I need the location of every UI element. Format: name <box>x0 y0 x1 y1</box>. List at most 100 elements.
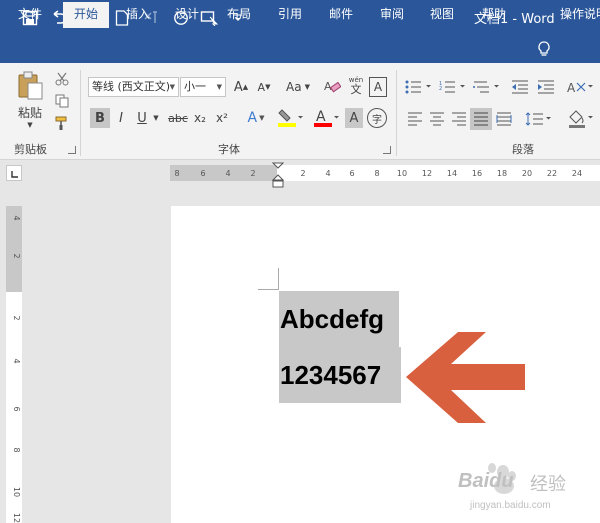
svg-text:A: A <box>324 80 332 93</box>
superscript-button[interactable]: x² <box>213 108 231 128</box>
line-spacing-icon[interactable] <box>524 110 554 128</box>
tab-file[interactable]: 文件 <box>10 0 50 28</box>
multilevel-list-icon[interactable] <box>472 78 502 96</box>
group-separator <box>396 70 397 156</box>
margin-corner-mark <box>258 268 279 290</box>
justify-icon[interactable] <box>470 108 492 130</box>
increase-indent-icon[interactable] <box>536 78 556 96</box>
ruler-tick-label: 10 <box>397 169 407 178</box>
ruler-tick-label: 16 <box>472 169 482 178</box>
phonetic-guide-button[interactable]: wén 文 <box>346 74 366 98</box>
ruler-tick-label: 8 <box>12 447 21 452</box>
ruler-tick-label: 22 <box>547 169 557 178</box>
clipboard-launcher-icon[interactable] <box>68 146 76 154</box>
ruler-tick-label: 14 <box>447 169 457 178</box>
copy-icon[interactable] <box>52 92 72 110</box>
font-name-dropdown[interactable]: 等线 (西文正文) ▼ <box>88 77 179 97</box>
tab-view[interactable]: 视图 <box>422 0 462 28</box>
bold-button[interactable]: B <box>90 108 110 128</box>
tab-insert[interactable]: 插入 <box>118 0 158 28</box>
paste-button[interactable]: 粘贴 <box>14 104 46 120</box>
ruler-tick-labels-vertical: 4 2 2 4 6 8 10 12 <box>12 215 21 523</box>
tab-design[interactable]: 设计 <box>167 0 207 28</box>
clipboard-group-label: 剪贴板 <box>14 143 47 156</box>
chevron-down-icon: ▼ <box>304 83 310 91</box>
tab-mailings[interactable]: 邮件 <box>321 0 361 28</box>
ruler-tick-label: 18 <box>497 169 507 178</box>
ruler-tick-label: 4 <box>225 169 230 178</box>
ruler-tick-label: 8 <box>174 169 179 178</box>
ruler-tick-label: 2 <box>300 169 305 178</box>
numbering-icon[interactable]: 12 <box>438 78 468 96</box>
ruler-tick-label: 2 <box>12 253 21 258</box>
indent-marker-icon[interactable] <box>271 162 285 190</box>
text-effects-label: A <box>247 110 258 126</box>
underline-button[interactable]: U <box>133 108 151 128</box>
enclose-characters-button[interactable]: 字 <box>367 108 387 128</box>
tab-home[interactable]: 开始 <box>63 2 109 28</box>
ruler-tick-label: 4 <box>12 215 21 220</box>
distributed-icon[interactable] <box>494 110 514 128</box>
ruler-tick-label: 12 <box>12 513 21 523</box>
ruler-tick-label: 2 <box>12 315 21 320</box>
underline-dropdown-icon[interactable]: ▼ <box>152 108 160 128</box>
paste-icon[interactable] <box>12 70 48 102</box>
ruler-tick-label: 4 <box>325 169 330 178</box>
change-case-label: Aa <box>286 80 302 94</box>
chinese-layout-icon[interactable]: A <box>566 78 596 96</box>
chevron-down-icon: ▼ <box>259 114 265 122</box>
font-color-button[interactable]: A <box>311 106 341 130</box>
ruler-tick-label: 12 <box>422 169 432 178</box>
shrink-font-icon[interactable]: A ▼ <box>256 77 272 97</box>
align-left-icon[interactable] <box>406 110 424 128</box>
svg-text:2: 2 <box>439 86 442 92</box>
svg-text:A: A <box>316 109 326 125</box>
strikethrough-button[interactable]: abc <box>167 108 189 128</box>
character-border-button[interactable]: A <box>369 77 387 97</box>
ruler-tick-label: 6 <box>12 406 21 411</box>
font-size-value: 小一 <box>184 80 206 93</box>
document-text-line[interactable]: 1234567 <box>280 360 381 391</box>
highlight-color-button[interactable] <box>275 106 305 130</box>
shading-icon[interactable] <box>566 108 596 130</box>
cut-icon[interactable] <box>52 70 72 88</box>
phonetic-guide-char: 文 <box>350 83 362 96</box>
ruler-tick-label: 20 <box>522 169 532 178</box>
ruler-tick-label: 4 <box>12 358 21 363</box>
subscript-button[interactable]: x₂ <box>191 108 209 128</box>
ruler-tick-label: 6 <box>349 169 354 178</box>
change-case-button[interactable]: Aa ▼ <box>281 77 315 97</box>
tab-references[interactable]: 引用 <box>270 0 310 28</box>
font-name-value: 等线 (西文正文) <box>92 80 171 93</box>
group-separator <box>80 70 81 156</box>
ruler-tick-labels: 8 6 4 2 2 4 6 8 10 12 14 16 18 20 22 24 <box>174 169 582 178</box>
lightbulb-icon[interactable] <box>535 40 553 58</box>
bullets-icon[interactable] <box>404 78 434 96</box>
clear-formatting-icon[interactable]: A <box>320 77 344 97</box>
chevron-down-icon: ▼ <box>216 83 222 91</box>
document-text-line[interactable]: Abcdefg <box>280 304 384 335</box>
svg-text:A: A <box>567 81 576 94</box>
character-shading-button[interactable]: A <box>345 108 363 128</box>
align-right-icon[interactable] <box>450 110 468 128</box>
tell-me-box[interactable]: 操作说明 <box>560 0 600 28</box>
tab-help[interactable]: 帮助 <box>474 0 514 28</box>
ruler-tick-label: 6 <box>200 169 205 178</box>
ruler-tick-label: 8 <box>374 169 379 178</box>
grow-font-icon[interactable]: A ▲ <box>232 77 250 97</box>
align-center-icon[interactable] <box>428 110 446 128</box>
arrow-annotation <box>404 331 528 425</box>
tab-review[interactable]: 审阅 <box>372 0 412 28</box>
font-size-dropdown[interactable]: 小一 ▼ <box>180 77 226 97</box>
font-launcher-icon[interactable] <box>383 146 391 154</box>
font-group-label: 字体 <box>218 143 240 156</box>
format-painter-icon[interactable] <box>52 114 72 132</box>
italic-button[interactable]: I <box>112 108 130 128</box>
ruler-tick-label: 2 <box>250 169 255 178</box>
text-effects-button[interactable]: A ▼ <box>244 108 268 128</box>
paste-dropdown-icon[interactable]: ▼ <box>24 120 36 130</box>
decrease-indent-icon[interactable] <box>510 78 530 96</box>
tab-layout[interactable]: 布局 <box>219 0 259 28</box>
chevron-down-icon: ▼ <box>169 83 175 91</box>
ruler-tick-label: 24 <box>572 169 582 178</box>
